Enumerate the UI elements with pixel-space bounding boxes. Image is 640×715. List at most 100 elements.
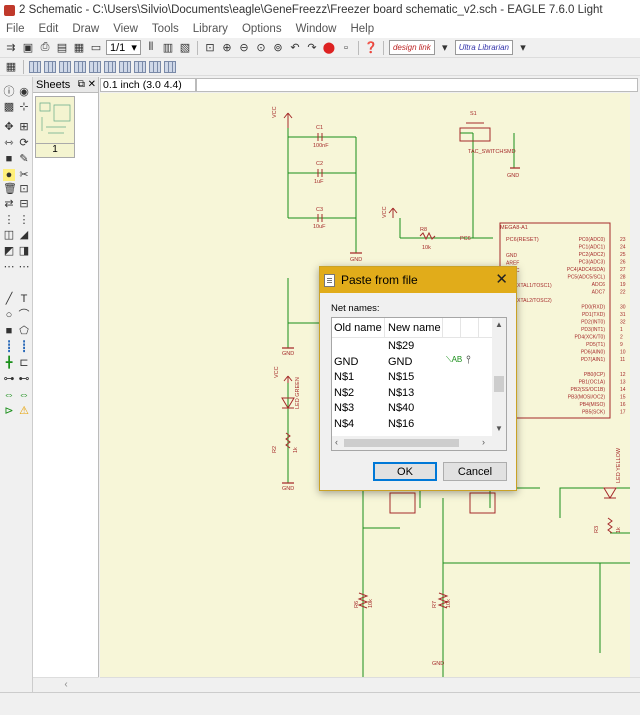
wire-icon[interactable]: ╱ [3, 293, 15, 305]
pin-icon[interactable]: ⫯ [466, 354, 471, 367]
open-icon[interactable]: ⇉ [4, 41, 18, 55]
menu-tools[interactable]: Tools [152, 23, 179, 35]
net-icon[interactable]: ┋ [18, 341, 30, 353]
port-icon[interactable]: ⊳ [3, 405, 15, 417]
zoom-out-icon[interactable]: ⊖ [237, 41, 251, 55]
column-divider[interactable] [442, 318, 443, 338]
scroll-down-icon[interactable]: ▼ [495, 424, 503, 433]
ultra-librarian-button[interactable]: Ultra Librarian [454, 40, 513, 55]
sheets-scrollbar[interactable]: ‹ [33, 677, 99, 692]
undo-icon[interactable]: ↶ [288, 41, 302, 55]
canvas-horizontal-scrollbar[interactable] [100, 677, 640, 692]
grid-icon[interactable]: ▦ [4, 60, 18, 74]
junction-icon[interactable]: ╋ [3, 357, 15, 369]
miter-icon[interactable]: ◢ [18, 229, 30, 241]
paste-icon[interactable]: ● [3, 169, 15, 181]
stop-icon[interactable]: ⬤ [322, 41, 336, 55]
split-icon[interactable]: ◩ [3, 245, 15, 257]
save-icon[interactable]: ▣ [21, 41, 35, 55]
bus-icon[interactable]: ┋ [3, 341, 15, 353]
menu-help[interactable]: Help [350, 23, 374, 35]
ok-button[interactable]: OK [373, 462, 437, 481]
list-item[interactable]: N$4 N$16 [332, 417, 494, 433]
layer-button[interactable] [149, 60, 161, 73]
zoom-select-icon[interactable]: ⊚ [271, 41, 285, 55]
column-divider[interactable] [384, 318, 385, 338]
sheet-icon[interactable]: ▭ [89, 41, 103, 55]
list-item[interactable]: GND GND ⟍AB ⫯ [332, 354, 494, 371]
delete-icon[interactable]: 🗑 [3, 183, 17, 195]
group-icon[interactable]: ■ [3, 153, 15, 165]
run-icon[interactable]: ▧ [178, 41, 192, 55]
canvas-vertical-scrollbar[interactable] [630, 93, 640, 692]
mirror-icon[interactable]: ⇿ [3, 137, 15, 149]
board-icon[interactable]: ▦ [72, 41, 86, 55]
modules-icon[interactable]: ⇔ [18, 389, 30, 401]
cut-icon[interactable]: ✂ [18, 169, 30, 181]
layer-button[interactable] [89, 60, 101, 73]
value-icon[interactable]: ⋮ [18, 214, 30, 226]
menu-library[interactable]: Library [193, 23, 228, 35]
add-icon[interactable]: ⊡ [18, 183, 30, 195]
dropdown-arrow-icon[interactable]: ▾ [516, 41, 530, 55]
menu-options[interactable]: Options [242, 23, 282, 35]
route-icon[interactable]: ⋯ [18, 261, 30, 273]
layer-button[interactable] [29, 60, 41, 73]
command-input[interactable] [196, 78, 638, 92]
attribute-icon[interactable]: ⊶ [3, 373, 15, 385]
column-divider[interactable] [478, 318, 479, 338]
close-icon[interactable]: ✕ [495, 271, 508, 289]
zoom-redraw-icon[interactable]: ⊙ [254, 41, 268, 55]
scrollbar-thumb[interactable] [494, 376, 504, 392]
layer-button[interactable] [119, 60, 131, 73]
design-link-button[interactable]: design link [388, 40, 435, 55]
cancel-button[interactable]: Cancel [443, 462, 507, 481]
menu-edit[interactable]: Edit [39, 23, 59, 35]
rotate-icon[interactable]: ⟳ [18, 137, 30, 149]
replace-icon[interactable]: ⇄ [3, 198, 15, 210]
layer-button[interactable] [74, 60, 86, 73]
menu-window[interactable]: Window [296, 23, 337, 35]
column-header-old-name[interactable]: Old name [334, 322, 382, 334]
column-divider[interactable] [460, 318, 461, 338]
menu-draw[interactable]: Draw [72, 23, 99, 35]
mark-icon[interactable]: ⊹ [18, 101, 30, 113]
display-icon[interactable]: ▩ [3, 101, 15, 113]
layer-button[interactable] [134, 60, 146, 73]
list-item[interactable]: N$1 N$15 [332, 370, 494, 386]
label-icon[interactable]: ⊏ [18, 357, 30, 369]
list-vertical-scrollbar[interactable]: ▲ ▼ [492, 318, 506, 436]
scroll-right-icon[interactable]: › [482, 437, 485, 447]
dimension-icon[interactable]: ⊷ [18, 373, 30, 385]
dropdown-arrow-icon[interactable]: ▾ [438, 41, 452, 55]
layer-button[interactable] [44, 60, 56, 73]
invoke-icon[interactable]: ◨ [18, 245, 30, 257]
optimize-icon[interactable]: ⋯ [3, 261, 15, 273]
copy-icon[interactable]: ⊞ [18, 121, 30, 133]
ulp-icon[interactable]: ⦀ [144, 41, 158, 55]
move-icon[interactable]: ✥ [3, 121, 15, 133]
rect-icon[interactable]: ■ [3, 325, 15, 337]
sheet-selector[interactable]: 1/1 ▾ [106, 40, 141, 55]
go-icon[interactable]: ▫ [339, 41, 353, 55]
scroll-left-icon[interactable]: ‹ [335, 437, 338, 447]
print-icon[interactable]: ⎙ [38, 41, 52, 55]
layer-button[interactable] [59, 60, 71, 73]
text-icon[interactable]: T [18, 293, 30, 305]
dialog-title-bar[interactable]: Paste from file ✕ [320, 267, 516, 293]
layer-button[interactable] [164, 60, 176, 73]
sheet-number[interactable]: 1 [35, 144, 75, 158]
name-icon[interactable]: ⋮ [3, 214, 15, 226]
polygon-icon[interactable]: ⬠ [18, 325, 30, 337]
arc-icon[interactable]: ⌒ [18, 309, 30, 321]
zoom-in-icon[interactable]: ⊕ [220, 41, 234, 55]
erc-icon[interactable]: ⇔ [3, 389, 15, 401]
scroll-up-icon[interactable]: ▲ [495, 320, 503, 329]
info-icon[interactable]: ⓘ [3, 86, 15, 98]
smash-icon[interactable]: ◫ [3, 229, 15, 241]
list-item[interactable]: N$2 N$13 [332, 386, 494, 402]
list-item[interactable]: N$29 [332, 339, 494, 355]
cam-icon[interactable]: ▤ [55, 41, 69, 55]
net-names-list[interactable]: Old name ^ New name N$29 GND GND ⟍AB ⫯ N… [331, 317, 507, 451]
menu-file[interactable]: File [6, 23, 25, 35]
